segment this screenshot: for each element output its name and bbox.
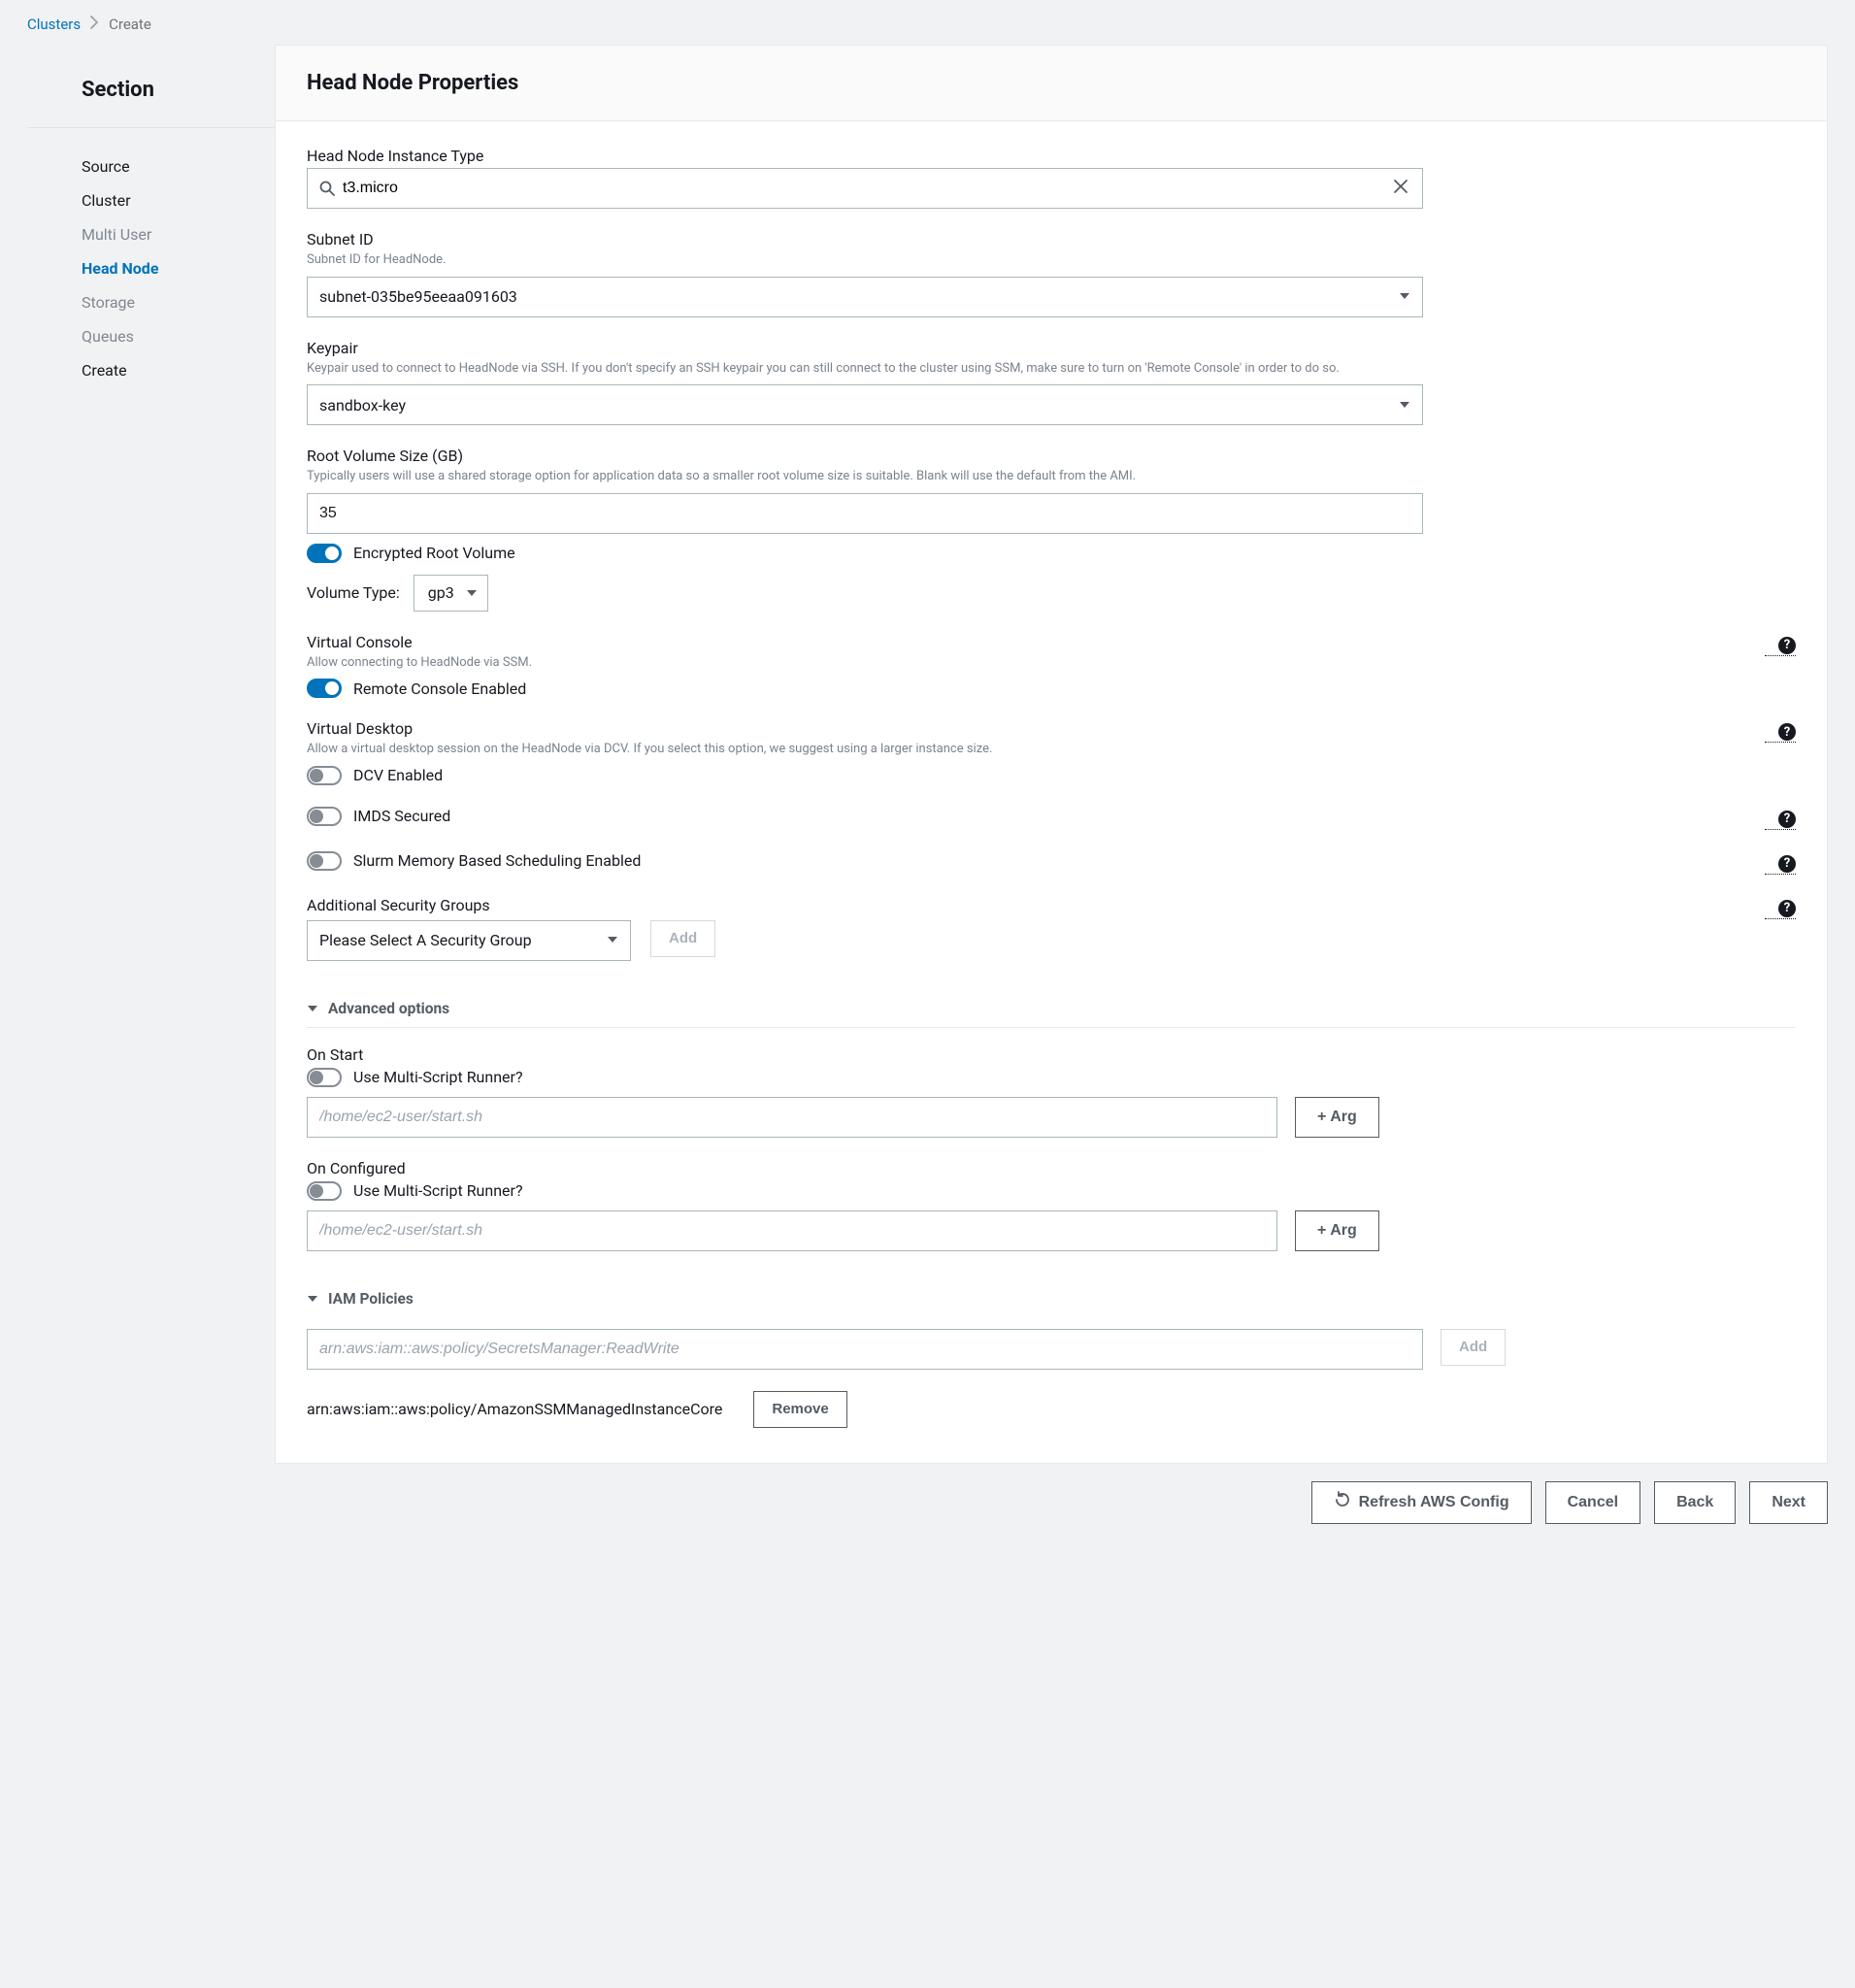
iam-policy-input[interactable]: [307, 1329, 1423, 1370]
page-title: Head Node Properties: [276, 46, 1827, 121]
on-start-multiscript-toggle[interactable]: [307, 1068, 342, 1087]
on-start-label: On Start: [307, 1045, 1796, 1064]
caret-down-icon: [1399, 396, 1410, 414]
on-configured-multiscript-label: Use Multi-Script Runner?: [353, 1181, 523, 1200]
on-configured-label: On Configured: [307, 1159, 1796, 1177]
keypair-desc: Keypair used to connect to HeadNode via …: [307, 360, 1796, 378]
search-icon: [319, 181, 335, 196]
help-icon[interactable]: ?: [1778, 811, 1796, 828]
root-volume-input[interactable]: [307, 493, 1423, 534]
advanced-options-label: Advanced options: [328, 1000, 449, 1017]
on-start-multiscript-label: Use Multi-Script Runner?: [353, 1068, 523, 1086]
subnet-select[interactable]: subnet-035be95eeaa091603: [307, 277, 1423, 317]
subnet-label: Subnet ID: [307, 230, 1796, 248]
iam-add-button[interactable]: Add: [1441, 1329, 1506, 1366]
security-group-select[interactable]: Please Select A Security Group: [307, 920, 631, 961]
subnet-value: subnet-035be95eeaa091603: [319, 287, 517, 306]
keypair-select[interactable]: sandbox-key: [307, 384, 1423, 425]
instance-type-input[interactable]: [307, 168, 1423, 209]
remote-console-label: Remote Console Enabled: [353, 679, 526, 698]
instance-type-label: Head Node Instance Type: [307, 147, 1796, 165]
imds-toggle-label: IMDS Secured: [353, 807, 450, 825]
security-group-placeholder: Please Select A Security Group: [319, 931, 532, 949]
dcv-toggle[interactable]: [307, 766, 342, 785]
refresh-icon: [1334, 1491, 1351, 1513]
main-panel: Head Node Properties Head Node Instance …: [275, 45, 1828, 1464]
help-icon[interactable]: ?: [1778, 900, 1796, 917]
caret-down-icon: [307, 1293, 318, 1305]
volume-type-value: gp3: [428, 583, 454, 602]
on-configured-multiscript-toggle[interactable]: [307, 1181, 342, 1201]
subnet-desc: Subnet ID for HeadNode.: [307, 251, 1796, 269]
refresh-aws-config-label: Refresh AWS Config: [1359, 1494, 1509, 1511]
virtual-desktop-label: Virtual Desktop: [307, 719, 1765, 738]
refresh-aws-config-button[interactable]: Refresh AWS Config: [1311, 1481, 1532, 1524]
add-security-group-button[interactable]: Add: [650, 920, 715, 957]
encrypted-root-label: Encrypted Root Volume: [353, 544, 515, 562]
on-start-script-input[interactable]: [307, 1097, 1277, 1138]
advanced-options-expander[interactable]: Advanced options: [307, 982, 1796, 1028]
sidebar-item-cluster[interactable]: Cluster: [82, 183, 275, 217]
slurm-toggle[interactable]: [307, 851, 342, 871]
sidebar-item-multi-user[interactable]: Multi User: [82, 217, 275, 251]
keypair-label: Keypair: [307, 339, 1796, 357]
help-icon[interactable]: ?: [1778, 723, 1796, 741]
caret-down-icon: [466, 587, 478, 599]
breadcrumb-current: Create: [109, 16, 151, 33]
volume-type-label: Volume Type:: [307, 583, 400, 602]
caret-down-icon: [607, 931, 618, 949]
sidebar-title: Section: [27, 78, 275, 128]
dcv-toggle-label: DCV Enabled: [353, 766, 443, 784]
on-configured-script-input[interactable]: [307, 1210, 1277, 1251]
clear-icon[interactable]: [1391, 179, 1410, 199]
iam-policy-arn: arn:aws:iam::aws:policy/AmazonSSMManaged…: [307, 1400, 722, 1418]
instance-type-field[interactable]: [343, 169, 1383, 208]
virtual-console-desc: Allow connecting to HeadNode via SSM.: [307, 654, 1765, 672]
sidebar-item-head-node[interactable]: Head Node: [82, 251, 275, 285]
iam-policies-expander[interactable]: IAM Policies: [307, 1273, 1796, 1317]
help-icon[interactable]: ?: [1778, 637, 1796, 654]
imds-toggle[interactable]: [307, 807, 342, 826]
next-button[interactable]: Next: [1749, 1481, 1828, 1524]
breadcrumb-root[interactable]: Clusters: [27, 16, 81, 33]
virtual-desktop-desc: Allow a virtual desktop session on the H…: [307, 741, 1765, 758]
section-sidebar: Section SourceClusterMulti UserHead Node…: [27, 45, 275, 387]
iam-policies-label: IAM Policies: [328, 1290, 414, 1308]
sidebar-item-queues[interactable]: Queues: [82, 319, 275, 353]
help-icon[interactable]: ?: [1778, 855, 1796, 873]
back-button[interactable]: Back: [1654, 1481, 1736, 1524]
root-volume-desc: Typically users will use a shared storag…: [307, 468, 1796, 485]
security-groups-label: Additional Security Groups: [307, 896, 1765, 914]
slurm-toggle-label: Slurm Memory Based Scheduling Enabled: [353, 851, 641, 870]
sidebar-item-source[interactable]: Source: [82, 149, 275, 183]
cancel-button[interactable]: Cancel: [1545, 1481, 1640, 1524]
iam-remove-button[interactable]: Remove: [753, 1391, 846, 1428]
breadcrumb: Clusters Create: [0, 0, 1855, 45]
caret-down-icon: [307, 1003, 318, 1014]
virtual-console-label: Virtual Console: [307, 633, 1765, 651]
sidebar-item-create[interactable]: Create: [82, 353, 275, 387]
remote-console-toggle[interactable]: [307, 679, 342, 698]
keypair-value: sandbox-key: [319, 396, 406, 414]
root-volume-label: Root Volume Size (GB): [307, 447, 1796, 465]
volume-type-select[interactable]: gp3: [414, 575, 488, 612]
encrypted-root-toggle[interactable]: [307, 544, 342, 563]
chevron-right-icon: [90, 16, 99, 33]
wizard-footer: Refresh AWS Config Cancel Back Next: [0, 1464, 1855, 1524]
on-configured-add-arg-button[interactable]: + Arg: [1295, 1210, 1379, 1251]
sidebar-item-storage[interactable]: Storage: [82, 285, 275, 319]
on-start-add-arg-button[interactable]: + Arg: [1295, 1097, 1379, 1138]
caret-down-icon: [1399, 287, 1410, 306]
